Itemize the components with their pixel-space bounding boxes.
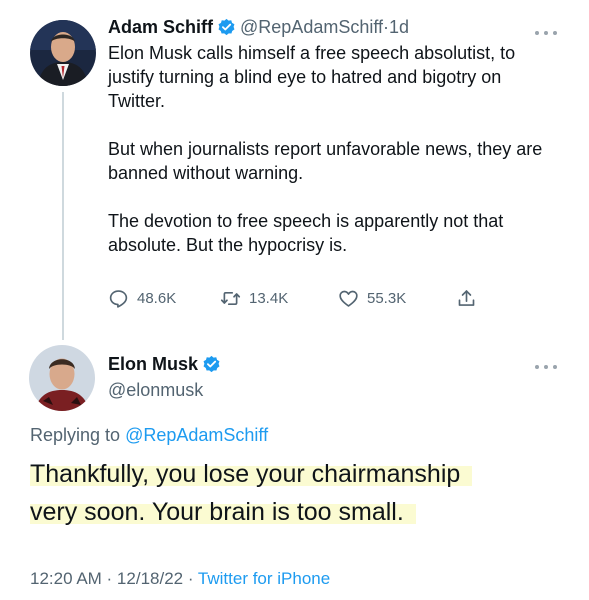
tweet-paragraph: But when journalists report unfavorable … [108, 139, 543, 183]
tweet-body: Elon Musk calls himself a free speech ab… [108, 41, 558, 257]
author-handle[interactable]: @RepAdamSchiff [240, 15, 383, 39]
tweet-paragraph: The devotion to free speech is apparentl… [108, 211, 504, 255]
reply-text-line: very soon. Your brain is too small. [30, 498, 416, 526]
reply-count: 48.6K [137, 289, 177, 307]
avatar-adam-schiff[interactable] [30, 20, 96, 86]
retweet-arrows-icon [220, 291, 241, 305]
verified-badge-icon [217, 18, 236, 37]
avatar-elon-musk[interactable] [29, 345, 95, 411]
replying-to-line: Replying to @RepAdamSchiff [30, 423, 268, 447]
reply-author-handle[interactable]: @elonmusk [108, 378, 203, 402]
reply-tweet-text: Thankfully, you lose your chairmanship v… [30, 455, 570, 531]
verified-badge-icon [202, 355, 221, 374]
reply-text-line: Thankfully, you lose your chairmanship [30, 460, 473, 488]
reply-author-name[interactable]: Elon Musk [108, 352, 198, 376]
heart-icon [339, 290, 358, 307]
tweet-adam-schiff: Adam Schiff @RepAdamSchiff · 1d Elon Mus… [108, 15, 558, 257]
replying-to-link[interactable]: @RepAdamSchiff [125, 425, 268, 445]
speech-bubble-icon [109, 289, 128, 308]
tweet-source-link[interactable]: Twitter for iPhone [198, 569, 330, 588]
retweet-count: 13.4K [249, 289, 289, 307]
reply-author-header: Elon Musk [108, 352, 225, 376]
tweet-action-bar: 48.6K 13.4K 55.3K [108, 285, 477, 311]
share-button[interactable] [456, 288, 477, 309]
tweet-time[interactable]: 1d [389, 15, 409, 39]
reply-button[interactable]: 48.6K [108, 288, 220, 309]
more-options-icon[interactable] [535, 362, 557, 372]
retweet-button[interactable]: 13.4K [220, 288, 338, 309]
tweet-header: Adam Schiff @RepAdamSchiff · 1d [108, 15, 558, 39]
tweet-timestamp-line: 12:20 AM · 12/18/22 · Twitter for iPhone [30, 567, 330, 591]
like-button[interactable]: 55.3K [338, 288, 456, 309]
like-count: 55.3K [367, 289, 407, 307]
author-name[interactable]: Adam Schiff [108, 15, 213, 39]
replying-to-prefix: Replying to [30, 425, 126, 445]
timestamp[interactable]: 12:20 AM · 12/18/22 · [30, 569, 198, 588]
share-upload-icon [458, 289, 475, 306]
thread-connector-line [62, 92, 64, 340]
tweet-paragraph: Elon Musk calls himself a free speech ab… [108, 43, 516, 111]
